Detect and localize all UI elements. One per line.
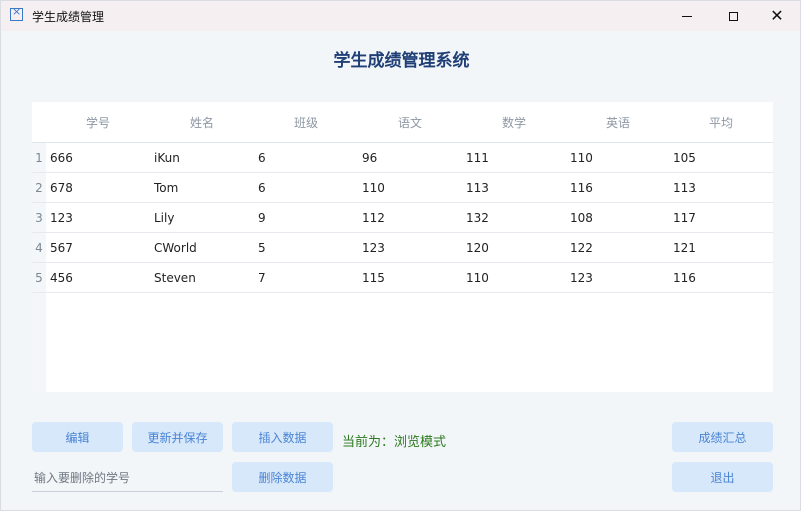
exit-button[interactable]: 退出 (672, 462, 773, 492)
cell-english[interactable]: 110 (570, 151, 593, 165)
insert-data-button[interactable]: 插入数据 (232, 422, 333, 452)
table-row[interactable]: 5 456 Steven 7 115 110 123 116 (32, 263, 773, 293)
cell-name[interactable]: iKun (154, 151, 180, 165)
cell-class[interactable]: 6 (258, 181, 266, 195)
cell-chinese[interactable]: 115 (362, 271, 385, 285)
row-number[interactable]: 5 (32, 271, 46, 285)
mode-status-label: 当前为：浏览模式 (342, 435, 447, 450)
maximize-icon (728, 11, 738, 21)
cell-class[interactable]: 6 (258, 151, 266, 165)
cell-student-id[interactable]: 567 (50, 241, 73, 255)
maximize-button[interactable] (710, 1, 756, 31)
cell-math[interactable]: 110 (466, 271, 489, 285)
delete-student-id-input[interactable] (32, 464, 223, 492)
table-row[interactable]: 1 666 iKun 6 96 111 110 105 (32, 143, 773, 173)
score-table[interactable]: 学号 姓名 班级 语文 数学 英语 平均 1 666 iKun 6 96 111… (32, 102, 773, 392)
row-number[interactable]: 3 (32, 211, 46, 225)
cell-english[interactable]: 122 (570, 241, 593, 255)
column-header-average[interactable]: 平均 (669, 114, 773, 131)
column-header-math[interactable]: 数学 (462, 114, 566, 131)
cell-average[interactable]: 117 (673, 211, 696, 225)
cell-chinese[interactable]: 110 (362, 181, 385, 195)
cell-name[interactable]: Tom (154, 181, 178, 195)
cell-student-id[interactable]: 678 (50, 181, 73, 195)
page-title: 学生成绩管理系统 (333, 51, 470, 71)
cell-student-id[interactable]: 666 (50, 151, 73, 165)
cell-chinese[interactable]: 112 (362, 211, 385, 225)
cell-english[interactable]: 108 (570, 211, 593, 225)
cell-student-id[interactable]: 123 (50, 211, 73, 225)
cell-english[interactable]: 123 (570, 271, 593, 285)
column-header-english[interactable]: 英语 (566, 114, 670, 131)
table-row[interactable]: 4 567 CWorld 5 123 120 122 121 (32, 233, 773, 263)
cell-class[interactable]: 5 (258, 241, 266, 255)
cell-average[interactable]: 105 (673, 151, 696, 165)
cell-class[interactable]: 9 (258, 211, 266, 225)
row-number[interactable]: 1 (32, 151, 46, 165)
cell-name[interactable]: Steven (154, 271, 196, 285)
cell-name[interactable]: CWorld (154, 241, 197, 255)
cell-chinese[interactable]: 123 (362, 241, 385, 255)
cell-class[interactable]: 7 (258, 271, 266, 285)
column-header-name[interactable]: 姓名 (150, 114, 254, 131)
row-number[interactable]: 4 (32, 241, 46, 255)
edit-button[interactable]: 编辑 (32, 422, 123, 452)
score-summary-button[interactable]: 成绩汇总 (672, 422, 773, 452)
cell-math[interactable]: 120 (466, 241, 489, 255)
cell-average[interactable]: 113 (673, 181, 696, 195)
cell-english[interactable]: 116 (570, 181, 593, 195)
cell-math[interactable]: 113 (466, 181, 489, 195)
cell-math[interactable]: 132 (466, 211, 489, 225)
table-row[interactable]: 2 678 Tom 6 110 113 116 113 (32, 173, 773, 203)
app-window: 学生成绩管理 ✕ 学生成绩管理系统 学号 姓名 班级 语文 数学 英语 平均 1… (0, 0, 801, 511)
table-row[interactable]: 3 123 Lily 9 112 132 108 117 (32, 203, 773, 233)
row-number[interactable]: 2 (32, 181, 46, 195)
delete-data-button[interactable]: 删除数据 (232, 462, 333, 492)
update-save-button[interactable]: 更新并保存 (132, 422, 223, 452)
cell-student-id[interactable]: 456 (50, 271, 73, 285)
cell-average[interactable]: 121 (673, 241, 696, 255)
column-header-student-id[interactable]: 学号 (46, 114, 150, 131)
window-title: 学生成绩管理 (32, 10, 105, 24)
cell-name[interactable]: Lily (154, 211, 174, 225)
cell-chinese[interactable]: 96 (362, 151, 377, 165)
close-button[interactable]: ✕ (754, 1, 800, 31)
minimize-icon (682, 15, 692, 17)
title-bar[interactable]: 学生成绩管理 ✕ (1, 1, 800, 31)
app-icon (10, 5, 23, 21)
cell-math[interactable]: 111 (466, 151, 489, 165)
cell-average[interactable]: 116 (673, 271, 696, 285)
close-icon: ✕ (770, 6, 784, 25)
table-header: 学号 姓名 班级 语文 数学 英语 平均 (32, 102, 773, 143)
column-header-chinese[interactable]: 语文 (358, 114, 462, 131)
column-header-class[interactable]: 班级 (254, 114, 358, 131)
minimize-button[interactable] (664, 1, 710, 31)
